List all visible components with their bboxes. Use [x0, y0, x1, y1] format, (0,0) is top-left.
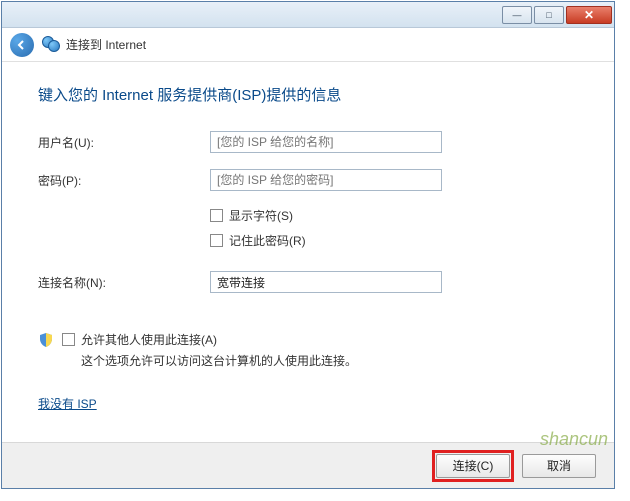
username-label: 用户名(U): — [38, 134, 210, 151]
cancel-button[interactable]: 取消 — [522, 454, 596, 478]
conn-name-input[interactable] — [210, 271, 442, 293]
allow-others-row: 允许其他人使用此连接(A) 这个选项允许可以访问这台计算机的人使用此连接。 — [38, 331, 578, 369]
header-title: 连接到 Internet — [66, 36, 146, 53]
conn-name-row: 连接名称(N): — [38, 271, 578, 293]
maximize-button[interactable]: □ — [534, 6, 564, 24]
footer: 连接(C) 取消 — [2, 442, 614, 488]
remember-checkbox[interactable] — [210, 234, 223, 247]
remember-row: 记住此密码(R) — [210, 232, 578, 249]
show-chars-checkbox[interactable] — [210, 209, 223, 222]
allow-others-body: 允许其他人使用此连接(A) 这个选项允许可以访问这台计算机的人使用此连接。 — [62, 331, 357, 369]
header: 连接到 Internet — [2, 28, 614, 62]
username-input[interactable] — [210, 131, 442, 153]
close-button[interactable]: ✕ — [566, 6, 612, 24]
content: 键入您的 Internet 服务提供商(ISP)提供的信息 用户名(U): 密码… — [2, 62, 614, 413]
connect-button[interactable]: 连接(C) — [436, 454, 510, 478]
no-isp-link[interactable]: 我没有 ISP — [38, 395, 97, 412]
password-row: 密码(P): — [38, 169, 578, 191]
shield-icon — [38, 332, 54, 348]
back-button[interactable] — [10, 33, 34, 57]
wizard-window: — □ ✕ 连接到 Internet 键入您的 Internet 服务提供商(I… — [1, 1, 615, 489]
show-chars-row: 显示字符(S) — [210, 207, 578, 224]
password-label: 密码(P): — [38, 172, 210, 189]
allow-others-checkbox[interactable] — [62, 333, 75, 346]
allow-others-chkrow: 允许其他人使用此连接(A) — [62, 331, 357, 348]
connect-highlight: 连接(C) — [434, 452, 512, 480]
allow-others-label: 允许其他人使用此连接(A) — [81, 331, 217, 348]
password-input[interactable] — [210, 169, 442, 191]
page-heading: 键入您的 Internet 服务提供商(ISP)提供的信息 — [38, 84, 578, 105]
remember-label: 记住此密码(R) — [229, 232, 306, 249]
back-arrow-icon — [16, 39, 28, 51]
show-chars-label: 显示字符(S) — [229, 207, 293, 224]
conn-name-label: 连接名称(N): — [38, 274, 210, 291]
titlebar: — □ ✕ — [2, 2, 614, 28]
username-row: 用户名(U): — [38, 131, 578, 153]
allow-others-note: 这个选项允许可以访问这台计算机的人使用此连接。 — [81, 352, 357, 369]
minimize-button[interactable]: — — [502, 6, 532, 24]
internet-icon — [42, 36, 60, 54]
